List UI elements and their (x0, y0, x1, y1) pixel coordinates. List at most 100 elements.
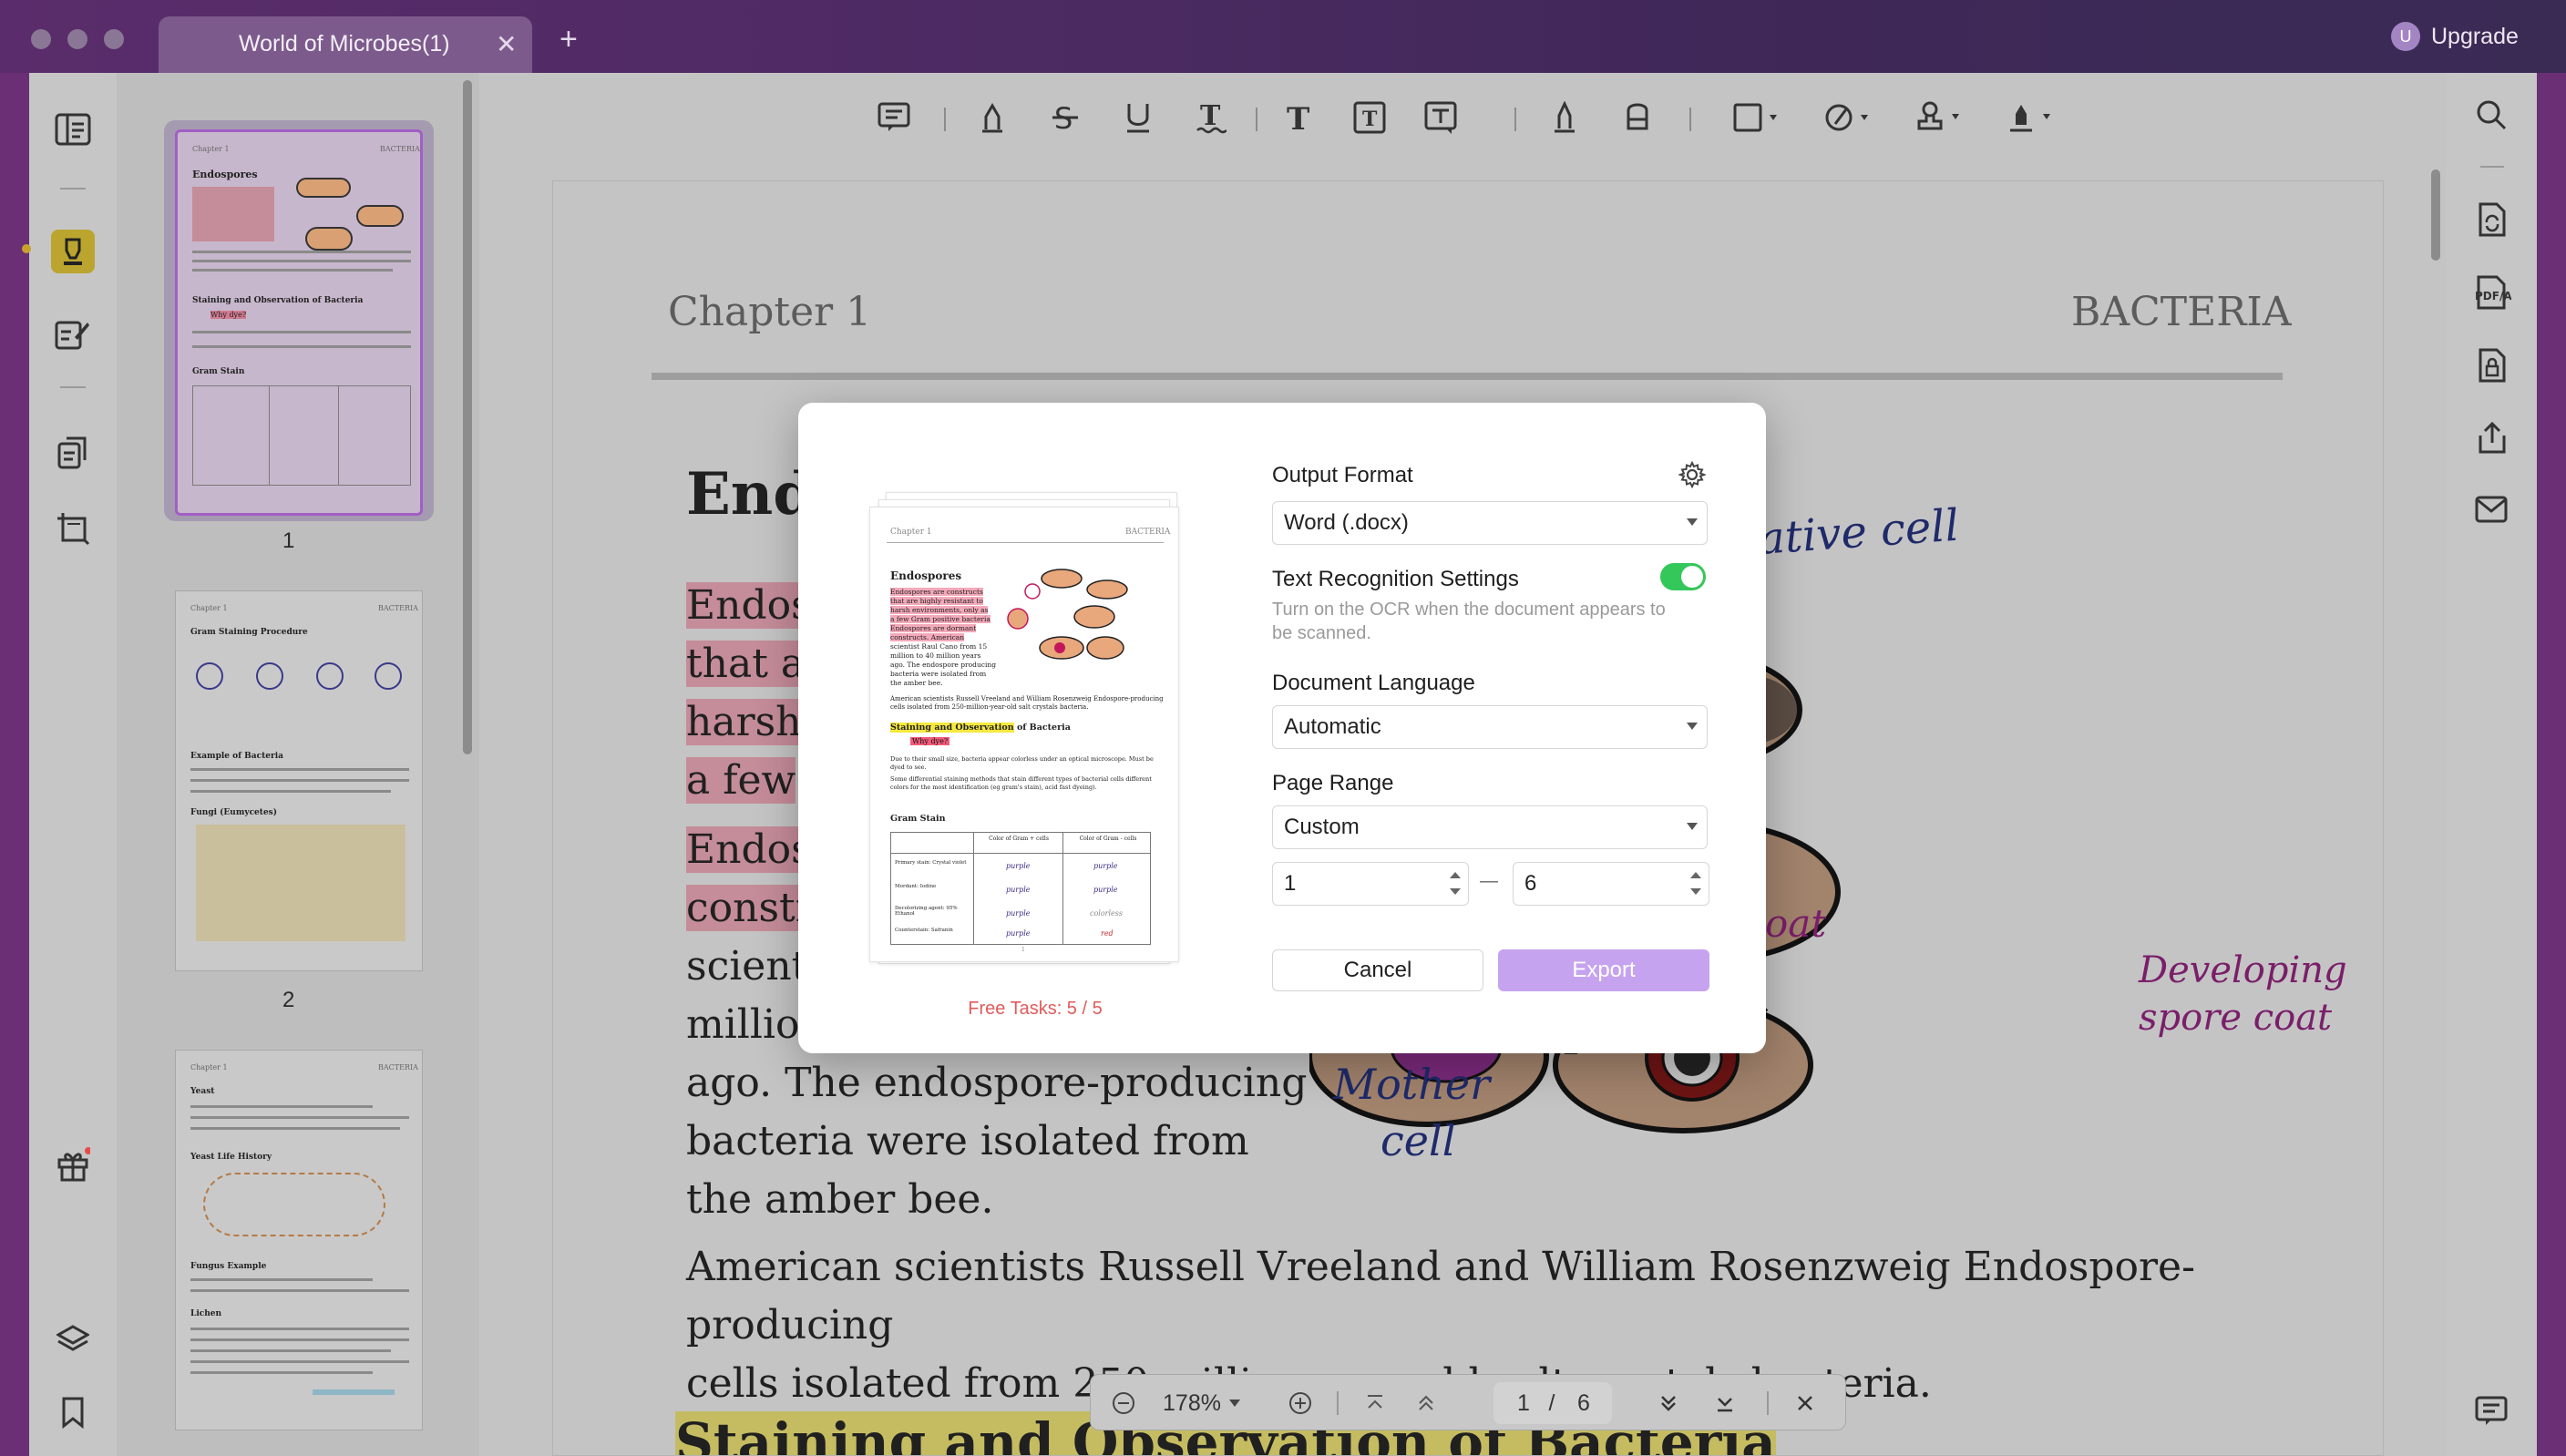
crop-icon[interactable] (51, 507, 95, 550)
thumbnail-page-3[interactable]: Chapter 1 BACTERIA Yeast Yeast Life Hist… (175, 1050, 423, 1430)
thumbnail-page-2[interactable]: Chapter 1 BACTERIA Gram Staining Procedu… (175, 590, 423, 971)
stamp-icon[interactable] (1914, 97, 1968, 138)
preview-header-right: BACTERIA (1125, 528, 1171, 537)
svg-text:T: T (1287, 102, 1309, 133)
thumb-cell-drawing (296, 178, 351, 198)
preview-line: cells isolated from 250-million-year-old… (890, 703, 1089, 711)
document-tab[interactable]: World of Microbes(1) ✕ (159, 16, 532, 73)
preview-line: constructs. American (890, 633, 965, 641)
output-format-select[interactable]: Word (.docx) (1272, 501, 1708, 545)
thumbnail-page-1[interactable]: Chapter 1 BACTERIA Endospores Staining a… (175, 129, 423, 516)
document-scrollbar[interactable] (2431, 169, 2440, 261)
page-range-select[interactable]: Custom (1272, 805, 1708, 849)
range-dash: — (1480, 871, 1498, 891)
cancel-button[interactable]: Cancel (1272, 949, 1483, 991)
edit-pen-icon[interactable] (51, 312, 95, 355)
title-bar: World of Microbes(1) ✕ + U Upgrade (0, 0, 2566, 73)
zoom-window-button[interactable] (104, 29, 124, 49)
text-callout-icon[interactable] (1420, 97, 1462, 138)
thumb-header-left: Chapter 1 (190, 1063, 228, 1071)
first-page-icon[interactable] (1355, 1375, 1395, 1431)
next-page-icon[interactable] (1648, 1375, 1688, 1431)
preview-table-cell: purple (1006, 929, 1031, 938)
language-select[interactable]: Automatic (1272, 705, 1708, 749)
active-indicator (22, 244, 31, 253)
preview-paragraph: Endospores are constructs that are highl… (890, 588, 996, 688)
bookmark-icon[interactable] (51, 1390, 95, 1434)
upgrade-button[interactable]: U Upgrade (2391, 18, 2519, 55)
current-page[interactable]: 1 (1512, 1375, 1535, 1431)
preview-line: ago. The endospore producing (890, 661, 997, 669)
stepper-up-icon[interactable] (1450, 872, 1461, 878)
range-from-stepper[interactable]: 1 (1272, 862, 1469, 906)
search-icon[interactable] (2475, 98, 2508, 131)
zoom-level[interactable]: 178% (1160, 1375, 1224, 1431)
gift-icon[interactable] (51, 1143, 95, 1186)
textbox-icon[interactable]: T (1349, 97, 1391, 138)
page-header-left: Chapter 1 (668, 289, 872, 335)
previous-page-icon[interactable] (1406, 1375, 1446, 1431)
text-line: American scientists Russell Vreeland and… (686, 1244, 2195, 1348)
language-value: Automatic (1284, 714, 1381, 739)
thumb-highlight (313, 1389, 395, 1395)
comment-icon[interactable] (873, 97, 915, 138)
protect-icon[interactable] (2477, 348, 2508, 383)
comments-list-icon[interactable] (2475, 1396, 2508, 1427)
thumb-title: Yeast (190, 1087, 215, 1096)
signature-icon[interactable] (2005, 97, 2059, 138)
convert-icon[interactable] (2477, 202, 2508, 237)
tab-close-icon[interactable]: ✕ (496, 29, 517, 59)
text-icon[interactable]: T (1278, 97, 1319, 138)
zoom-in-icon[interactable] (1280, 1375, 1320, 1431)
label-mother-line: Mother (1333, 1060, 1491, 1109)
last-page-icon[interactable] (1705, 1375, 1745, 1431)
reader-icon[interactable] (51, 108, 95, 151)
layers-icon[interactable] (51, 1318, 95, 1361)
thumb-fungi-diagram (196, 825, 405, 941)
strikethrough-icon[interactable]: S (1044, 97, 1086, 138)
highlighter-icon[interactable] (51, 230, 95, 273)
share-icon[interactable] (2477, 421, 2508, 454)
stepper-up-icon[interactable] (1690, 872, 1701, 878)
stepper-down-icon[interactable] (1690, 888, 1701, 895)
toolbar-divider (1514, 108, 1516, 131)
toolbar-divider (944, 108, 946, 131)
label-developing-line: Developing (2139, 949, 2347, 991)
pen-icon[interactable] (1544, 97, 1586, 138)
stepper-down-icon[interactable] (1450, 888, 1461, 895)
thumb-highlight (192, 187, 274, 241)
shape-icon[interactable] (1731, 97, 1786, 138)
page-navigation-bar: 178% 1 / 6 (1090, 1374, 1846, 1430)
thumbnail-scrollbar[interactable] (463, 80, 472, 754)
preview-header-left: Chapter 1 (890, 528, 932, 537)
output-format-value: Word (.docx) (1284, 510, 1409, 535)
mail-icon[interactable] (2475, 496, 2508, 523)
organize-pages-icon[interactable] (51, 430, 95, 474)
text-line: constr (686, 885, 815, 931)
close-icon[interactable] (1785, 1375, 1825, 1431)
label-mother-cell: Mother cell (1333, 1056, 1490, 1169)
ocr-toggle[interactable] (1660, 563, 1706, 590)
range-to-stepper[interactable]: 6 (1513, 862, 1709, 906)
preview-line: that are highly resistant to (890, 597, 983, 605)
text-line: harsh (686, 699, 802, 745)
export-button[interactable]: Export (1498, 949, 1709, 991)
new-tab-button[interactable]: + (559, 24, 578, 55)
squiggly-icon[interactable]: T (1190, 97, 1232, 138)
shape-style-icon[interactable] (1822, 97, 1877, 138)
eraser-icon[interactable] (1617, 97, 1658, 138)
preview-wide-paragraph: American scientists Russell Vreeland and… (890, 695, 1164, 712)
thumb-table-title: Gram Stain (192, 367, 245, 376)
underline-icon[interactable] (1117, 97, 1159, 138)
close-window-button[interactable] (31, 29, 51, 49)
thumbnail-page-number-2: 2 (282, 988, 295, 1012)
gear-icon[interactable] (1678, 461, 1706, 488)
zoom-out-icon[interactable] (1103, 1375, 1144, 1431)
preview-cell-drawing (1007, 569, 1128, 660)
zoom-dropdown-icon[interactable] (1224, 1375, 1246, 1431)
thumb-diagram (196, 662, 223, 690)
minimize-window-button[interactable] (67, 29, 87, 49)
pencil-icon[interactable] (971, 97, 1013, 138)
pdfa-icon[interactable]: PDF/A (2473, 275, 2511, 310)
page-separator: / (1548, 1389, 1555, 1416)
